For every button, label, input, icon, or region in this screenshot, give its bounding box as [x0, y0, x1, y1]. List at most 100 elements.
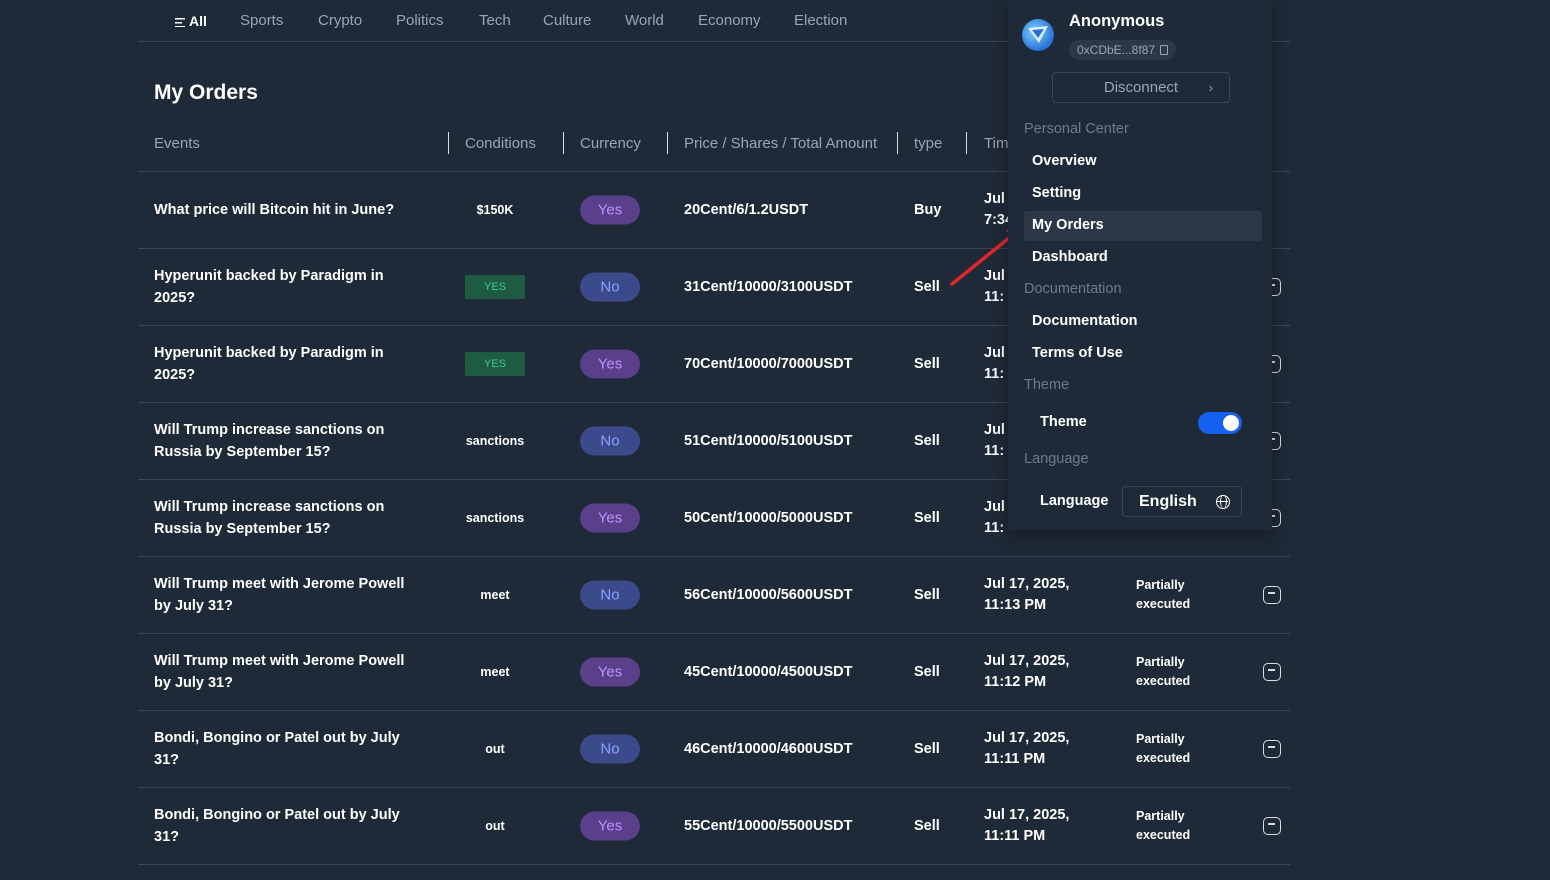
theme-toggle[interactable]: [1198, 412, 1242, 434]
table-row[interactable]: Will Trump meet with Jerome Powell by Ju…: [138, 557, 1290, 634]
header-price: Price / Shares / Total Amount: [684, 135, 878, 152]
section-personal-center: Personal Center: [1024, 121, 1129, 137]
tab-world[interactable]: World: [625, 12, 664, 29]
price-shares-amount: 56Cent/10000/5600USDT: [684, 587, 853, 603]
section-theme: Theme: [1024, 377, 1070, 393]
cancel-order-icon[interactable]: [1263, 586, 1281, 604]
currency-pill: No: [580, 580, 640, 610]
event-title[interactable]: Bondi, Bongino or Patel out by July 31?: [154, 804, 424, 848]
table-row[interactable]: Will Trump meet with Jerome Powell by Ju…: [138, 634, 1290, 711]
username: Anonymous: [1069, 12, 1165, 30]
account-dropdown: Anonymous 0xCDbE...8f87 Disconnect › Per…: [1008, 0, 1272, 530]
tab-label: All: [189, 13, 207, 29]
tab-all[interactable]: All: [175, 13, 207, 29]
tab-crypto[interactable]: Crypto: [318, 12, 362, 29]
price-shares-amount: 20Cent/6/1.2USDT: [684, 202, 809, 218]
wallet-address-text: 0xCDbE...8f87: [1077, 43, 1156, 57]
menu-item-documentation[interactable]: Documentation: [1032, 313, 1138, 329]
header-type: type: [914, 135, 943, 152]
event-title[interactable]: Hyperunit backed by Paradigm in 2025?: [154, 342, 424, 386]
condition-label: out: [485, 742, 505, 756]
wallet-address[interactable]: 0xCDbE...8f87: [1069, 40, 1177, 60]
cancel-order-icon[interactable]: [1263, 663, 1281, 681]
menu-item-my-orders[interactable]: My Orders: [1032, 217, 1104, 233]
order-time: Jul 17, 2025, 11:11 PM: [984, 728, 1094, 770]
price-shares-amount: 70Cent/10000/7000USDT: [684, 356, 853, 372]
order-status: Partially executed: [1136, 653, 1216, 691]
price-shares-amount: 31Cent/10000/3100USDT: [684, 279, 853, 295]
order-type: Sell: [914, 587, 940, 603]
currency-pill: No: [580, 426, 640, 456]
order-type: Sell: [914, 433, 940, 449]
condition-label: out: [485, 819, 505, 833]
status-line: executed: [1136, 828, 1191, 842]
menu-item-setting[interactable]: Setting: [1032, 185, 1081, 201]
status-line: executed: [1136, 674, 1191, 688]
currency-pill: No: [580, 272, 640, 302]
header-divider: [563, 132, 564, 154]
section-language: Language: [1024, 451, 1089, 467]
event-title[interactable]: Will Trump increase sanctions on Russia …: [154, 419, 424, 463]
menu-item-overview[interactable]: Overview: [1032, 153, 1097, 169]
condition-label: sanctions: [465, 511, 525, 525]
order-type: Sell: [914, 279, 940, 295]
section-documentation: Documentation: [1024, 281, 1122, 297]
price-shares-amount: 55Cent/10000/5500USDT: [684, 818, 853, 834]
event-title[interactable]: Will Trump meet with Jerome Powell by Ju…: [154, 650, 424, 694]
condition-label: meet: [480, 588, 510, 602]
avatar[interactable]: [1022, 19, 1054, 51]
order-time: Jul 17, 2025, 11:11 PM: [984, 805, 1094, 847]
menu-icon: [175, 18, 185, 27]
order-status: Partially executed: [1136, 807, 1216, 845]
disconnect-label: Disconnect: [1103, 79, 1179, 96]
order-type: Sell: [914, 818, 940, 834]
globe-icon: [1216, 495, 1230, 509]
menu-item-dashboard[interactable]: Dashboard: [1032, 249, 1108, 265]
language-label: Language: [1040, 493, 1109, 509]
currency-pill: Yes: [580, 811, 640, 841]
tab-economy[interactable]: Economy: [698, 12, 761, 29]
currency-pill: No: [580, 734, 640, 764]
menu-item-terms-of-use[interactable]: Terms of Use: [1032, 345, 1123, 361]
status-line: Partially: [1136, 578, 1185, 592]
status-line: Partially: [1136, 655, 1185, 669]
header-time: Tim: [984, 135, 1009, 152]
table-row[interactable]: Bondi, Bongino or Patel out by July 31? …: [138, 788, 1290, 865]
order-clock: 11:12 PM: [984, 674, 1047, 690]
order-date: Jul 17, 2025,: [984, 730, 1070, 746]
price-shares-amount: 45Cent/10000/4500USDT: [684, 664, 853, 680]
theme-label: Theme: [1040, 414, 1087, 430]
status-line: Partially: [1136, 732, 1185, 746]
order-clock: 11:11 PM: [984, 828, 1046, 844]
condition-label: sanctions: [465, 434, 525, 448]
cancel-order-icon[interactable]: [1263, 740, 1281, 758]
order-type: Sell: [914, 664, 940, 680]
order-type: Sell: [914, 510, 940, 526]
tab-sports[interactable]: Sports: [240, 12, 283, 29]
event-title[interactable]: Hyperunit backed by Paradigm in 2025?: [154, 265, 424, 309]
order-clock: 11:13 PM: [984, 597, 1047, 613]
event-title[interactable]: Bondi, Bongino or Patel out by July 31?: [154, 727, 424, 771]
cancel-order-icon[interactable]: [1263, 817, 1281, 835]
header-currency: Currency: [580, 135, 641, 152]
tab-culture[interactable]: Culture: [543, 12, 591, 29]
event-title[interactable]: Will Trump increase sanctions on Russia …: [154, 496, 424, 540]
event-title[interactable]: Will Trump meet with Jerome Powell by Ju…: [154, 573, 424, 617]
header-divider: [667, 132, 668, 154]
language-select[interactable]: English: [1122, 486, 1242, 517]
table-row[interactable]: Bondi, Bongino or Patel out by July 31? …: [138, 711, 1290, 788]
status-line: Partially: [1136, 809, 1185, 823]
logo-icon: [1028, 26, 1048, 43]
copy-icon[interactable]: [1160, 45, 1169, 55]
price-shares-amount: 50Cent/10000/5000USDT: [684, 510, 853, 526]
tab-tech[interactable]: Tech: [479, 12, 511, 29]
order-status: Partially executed: [1136, 576, 1216, 614]
header-divider: [966, 132, 967, 154]
language-value: English: [1139, 493, 1197, 510]
event-title[interactable]: What price will Bitcoin hit in June?: [154, 199, 424, 221]
disconnect-button[interactable]: Disconnect ›: [1052, 72, 1230, 103]
tab-election[interactable]: Election: [794, 12, 847, 29]
order-type: Sell: [914, 741, 940, 757]
tab-politics[interactable]: Politics: [396, 12, 444, 29]
page-title: My Orders: [154, 81, 258, 104]
